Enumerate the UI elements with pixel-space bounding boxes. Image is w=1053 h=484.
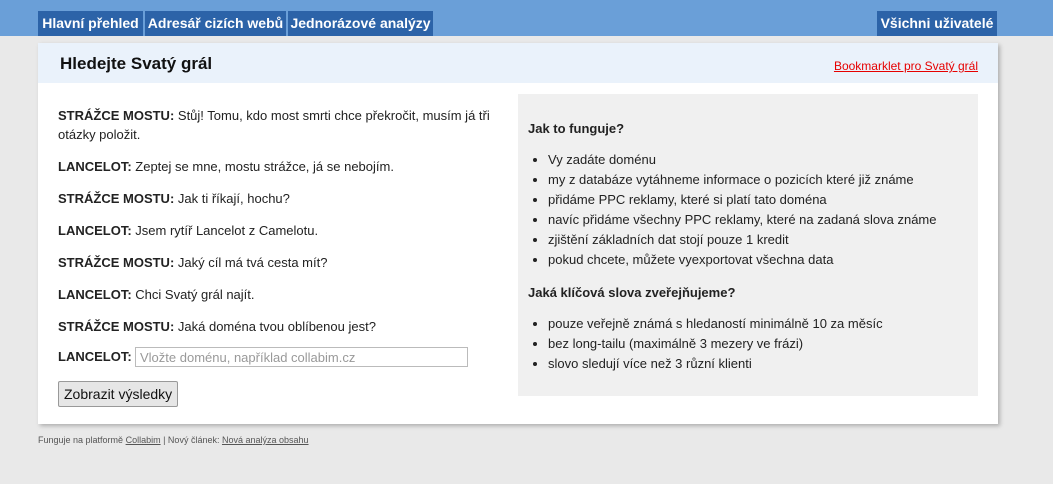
bookmarklet-link[interactable]: Bookmarklet pro Svatý grál xyxy=(834,59,978,73)
list-item: pokud chcete, můžete vyexportovat všechn… xyxy=(548,250,968,270)
dialogue-line: STRÁŽCE MOSTU: Jaká doména tvou oblíbeno… xyxy=(58,317,498,336)
dialogue-line: LANCELOT: Zeptej se mne, mostu strážce, … xyxy=(58,157,498,176)
main-card: Hledejte Svatý grál Bookmarklet pro Svat… xyxy=(38,43,998,424)
dialogue-text: Jaká doména tvou oblíbenou jest? xyxy=(174,319,376,334)
list-item: bez long-tailu (maximálně 3 mezery ve fr… xyxy=(548,334,968,354)
form-speaker-label: LANCELOT: xyxy=(58,349,132,364)
dialogue-line: STRÁŽCE MOSTU: Jaký cíl má tvá cesta mít… xyxy=(58,253,498,272)
dialogue-text: Jak ti říkají, hochu? xyxy=(174,191,290,206)
page-title: Hledejte Svatý grál xyxy=(60,54,213,73)
tab-jednorazove-analyzy[interactable]: Jednorázové analýzy xyxy=(288,11,433,36)
info-panel: Jak to funguje? Vy zadáte doménu my z da… xyxy=(518,94,978,396)
top-navigation-bar: Hlavní přehled Adresář cizích webů Jedno… xyxy=(0,0,1053,36)
dialogue-speaker: STRÁŽCE MOSTU: xyxy=(58,191,175,206)
article-link[interactable]: Nová analýza obsahu xyxy=(222,435,309,445)
keywords-list: pouze veřejně známá s hledaností minimál… xyxy=(548,314,968,374)
list-item: slovo sledují více než 3 různí klienti xyxy=(548,354,968,374)
dialogue-text: Jsem rytíř Lancelot z Camelotu. xyxy=(131,223,319,238)
dialogue-line: LANCELOT: Jsem rytíř Lancelot z Camelotu… xyxy=(58,221,498,240)
domain-form-row: LANCELOT: xyxy=(58,347,498,369)
how-it-works-heading: Jak to funguje? xyxy=(528,121,625,136)
show-results-button[interactable]: Zobrazit výsledky xyxy=(58,381,179,407)
list-item: zjištění základních dat stojí pouze 1 kr… xyxy=(548,230,968,250)
collabim-link[interactable]: Collabim xyxy=(126,435,161,445)
tab-hlavni-prehled[interactable]: Hlavní přehled xyxy=(38,11,143,36)
dialogue-speaker: LANCELOT: xyxy=(58,223,132,238)
footer-platform-text: Funguje na platformě xyxy=(38,435,124,445)
dialogue-text: Chci Svatý grál najít. xyxy=(131,287,255,302)
dialogue-line: STRÁŽCE MOSTU: Stůj! Tomu, kdo most smrt… xyxy=(58,106,498,144)
keywords-heading: Jaká klíčová slova zveřejňujeme? xyxy=(528,285,736,300)
list-item: pouze veřejně známá s hledaností minimál… xyxy=(548,314,968,334)
dialogue-line: STRÁŽCE MOSTU: Jak ti říkají, hochu? xyxy=(58,189,498,208)
list-item: navíc přidáme všechny PPC reklamy, které… xyxy=(548,210,968,230)
dialogue-speaker: LANCELOT: xyxy=(58,287,132,302)
card-header: Hledejte Svatý grál Bookmarklet pro Svat… xyxy=(38,43,998,83)
tab-adresar-cizich-webu[interactable]: Adresář cizích webů xyxy=(145,11,286,36)
how-it-works-list: Vy zadáte doménu my z databáze vytáhneme… xyxy=(548,150,968,270)
list-item: přidáme PPC reklamy, které si platí tato… xyxy=(548,190,968,210)
tab-vsichni-uzivatele[interactable]: Všichni uživatelé xyxy=(877,11,997,36)
domain-input[interactable] xyxy=(135,347,468,367)
dialogue-text: Jaký cíl má tvá cesta mít? xyxy=(174,255,328,270)
footer-separator: | Nový článek: xyxy=(160,435,222,445)
dialogue-speaker: STRÁŽCE MOSTU: xyxy=(58,108,175,123)
footer: Funguje na platformě Collabim | Nový člá… xyxy=(38,435,309,445)
dialogue-speaker: STRÁŽCE MOSTU: xyxy=(58,319,175,334)
dialogue-line: LANCELOT: Chci Svatý grál najít. xyxy=(58,285,498,304)
dialogue-speaker: LANCELOT: xyxy=(58,159,132,174)
list-item: my z databáze vytáhneme informace o pozi… xyxy=(548,170,968,190)
list-item: Vy zadáte doménu xyxy=(548,150,968,170)
dialogue-speaker: STRÁŽCE MOSTU: xyxy=(58,255,175,270)
dialogue-text: Zeptej se mne, mostu strážce, já se nebo… xyxy=(131,159,394,174)
